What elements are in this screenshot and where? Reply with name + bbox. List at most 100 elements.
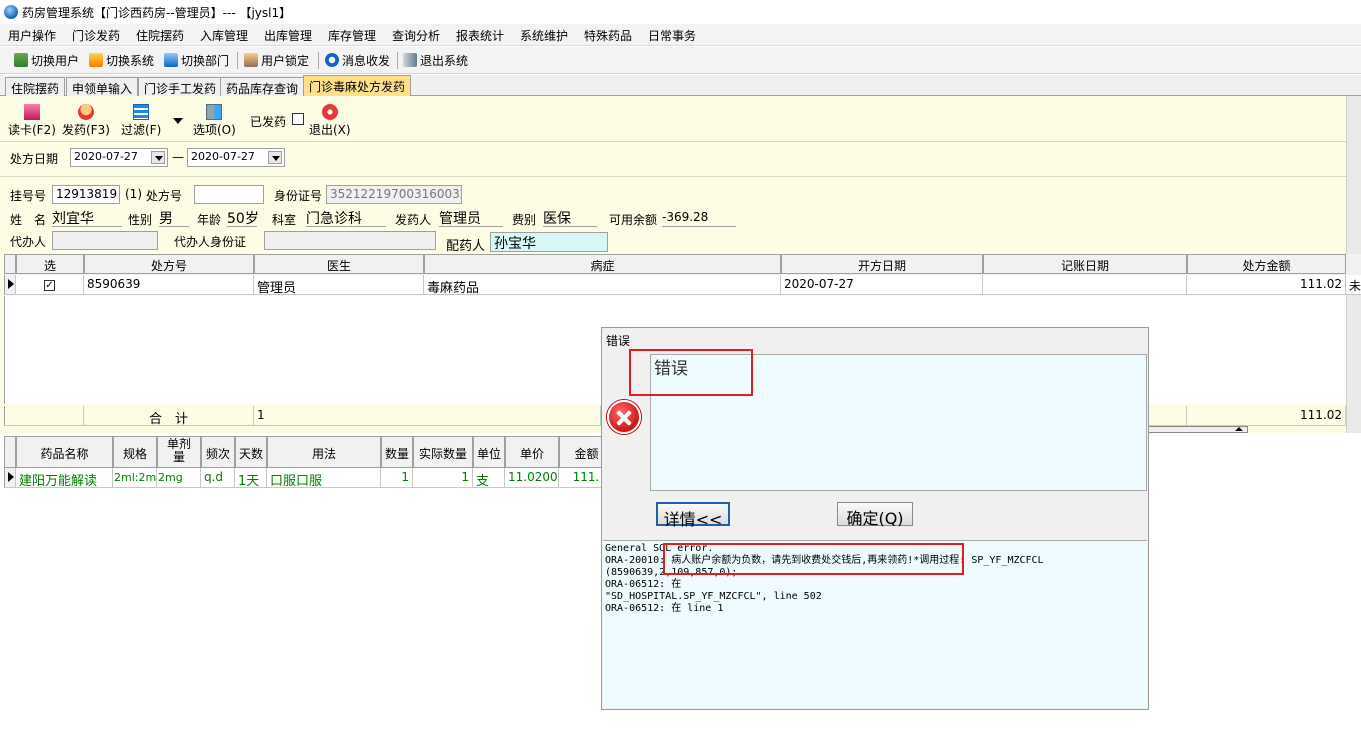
filter-button[interactable]: 过滤(F): [121, 104, 161, 138]
ok-button[interactable]: 确定(Q): [837, 502, 913, 528]
row-checkbox[interactable]: ✓: [44, 280, 55, 291]
menu-inventory[interactable]: 库存管理: [328, 27, 376, 44]
menu-user-ops[interactable]: 用户操作: [8, 27, 56, 44]
patient-age: 50岁: [227, 211, 259, 227]
col-usage[interactable]: 用法: [267, 436, 381, 468]
dept-label: 科室: [272, 213, 297, 227]
diagnosis-cell: 毒麻药品: [424, 275, 781, 295]
col-dose[interactable]: 单剂量: [157, 436, 201, 468]
sex-label: 性别: [128, 213, 153, 227]
agent-label: 代办人: [10, 235, 47, 249]
rx-no-label: 处方号: [146, 189, 183, 203]
tab-manual-dispense[interactable]: 门诊手工发药: [138, 77, 223, 96]
col-unit[interactable]: 单位: [473, 436, 505, 468]
chevron-down-icon[interactable]: [151, 151, 165, 164]
underline: [227, 226, 257, 227]
table-row[interactable]: 建阳万能解读 2ml:2m 2mg q.d 1天 口服口服 1 1 支 11.0…: [4, 468, 614, 489]
patient-name: 刘宜华: [52, 211, 94, 227]
dept-icon: [164, 53, 178, 67]
row-select-cell[interactable]: ✓: [16, 275, 84, 295]
dose-cell: 2mg: [157, 468, 201, 488]
tab-stock-query[interactable]: 药品库存查询: [220, 77, 305, 96]
agent-field[interactable]: [52, 231, 158, 250]
usage-cell: 口服口服: [267, 468, 381, 488]
users-icon: [14, 53, 28, 67]
sum-blank: [1149, 406, 1187, 426]
details-button[interactable]: 详情<<: [656, 502, 730, 529]
drug-name-cell: 建阳万能解读: [16, 468, 113, 488]
switch-system-button[interactable]: 切换系统: [89, 51, 154, 69]
rx-no-field[interactable]: [194, 185, 264, 204]
toolbar: 切换用户 切换系统 切换部门 用户锁定 消息收发 退出系统: [0, 47, 1361, 74]
id-no-field[interactable]: 352122197003160032: [326, 185, 462, 204]
splitter-handle[interactable]: [1148, 426, 1248, 433]
tab-requisition[interactable]: 申领单输入: [66, 77, 139, 96]
unit-cell: 支: [473, 468, 505, 488]
sum-label: 合 计: [84, 406, 254, 426]
error-dialog: 错误 错误 详情<< 确定(Q) General SQL error. ORA-…: [601, 327, 1149, 710]
system-icon: [89, 53, 103, 67]
switch-dept-button[interactable]: 切换部门: [164, 51, 229, 69]
col-doctor[interactable]: 医生: [254, 254, 424, 274]
col-rx-no[interactable]: 处方号: [84, 254, 254, 274]
menu-outpatient-dispense[interactable]: 门诊发药: [72, 27, 120, 44]
col-qty[interactable]: 数量: [381, 436, 413, 468]
menu-bar: 用户操作 门诊发药 住院摆药 入库管理 出库管理 库存管理 查询分析 报表统计 …: [0, 24, 1361, 46]
exit-system-button[interactable]: 退出系统: [403, 51, 468, 69]
lock-user-button[interactable]: 用户锁定: [244, 51, 309, 69]
tab-inpatient-dispense[interactable]: 住院摆药: [5, 77, 66, 96]
row-pointer-icon: [4, 468, 16, 488]
error-icon: [607, 400, 641, 434]
menu-stock-in[interactable]: 入库管理: [200, 27, 248, 44]
menu-system[interactable]: 系统维护: [520, 27, 568, 44]
spec-cell: 2ml:2m: [113, 468, 157, 488]
col-rx-date[interactable]: 开方日期: [781, 254, 983, 274]
read-card-button[interactable]: 读卡(F2): [8, 104, 56, 138]
col-price[interactable]: 单价: [505, 436, 559, 468]
menu-query[interactable]: 查询分析: [392, 27, 440, 44]
rx-amount-cell: 111.02: [1187, 275, 1346, 295]
rx-no-cell: 8590639: [84, 275, 254, 295]
reg-no-field[interactable]: 12913819: [52, 185, 120, 204]
messages-button[interactable]: 消息收发: [325, 51, 390, 69]
toolbar-separator: [397, 52, 398, 69]
menu-reports[interactable]: 报表统计: [456, 27, 504, 44]
balance-value: -369.28: [662, 210, 709, 224]
col-actual-qty[interactable]: 实际数量: [413, 436, 473, 468]
col-diagnosis[interactable]: 病症: [424, 254, 781, 274]
patient-dept: 门急诊科: [306, 211, 362, 227]
col-bill-date[interactable]: 记账日期: [983, 254, 1187, 274]
col-spec[interactable]: 规格: [113, 436, 157, 468]
switch-user-button[interactable]: 切换用户: [14, 51, 79, 69]
chevron-up-icon[interactable]: [1235, 427, 1243, 431]
underline: [543, 226, 597, 227]
patient-sex: 男: [159, 211, 173, 227]
col-select[interactable]: 选: [16, 254, 84, 274]
tab-narcotic-dispense[interactable]: 门诊毒麻处方发药: [303, 75, 412, 96]
pharmacist-label: 配药人: [446, 239, 486, 254]
exit-button[interactable]: 退出(X): [309, 104, 351, 138]
filter-dropdown-icon[interactable]: [173, 118, 183, 124]
age-label: 年龄: [197, 213, 222, 227]
price-cell: 11.0200: [505, 468, 559, 488]
menu-special-drugs[interactable]: 特殊药品: [584, 27, 632, 44]
pharmacist-field[interactable]: 孙宝华: [490, 232, 608, 252]
days-cell: 1天: [235, 468, 267, 488]
dispensed-checkbox[interactable]: [292, 113, 304, 125]
rx-date-to[interactable]: 2020-07-27: [187, 148, 285, 167]
balance-label: 可用余额: [609, 213, 658, 227]
col-drug-name[interactable]: 药品名称: [16, 436, 113, 468]
agent-id-field[interactable]: [264, 231, 436, 250]
pharmacist-icon: [77, 104, 94, 120]
col-days[interactable]: 天数: [235, 436, 267, 468]
options-button[interactable]: 选项(O): [193, 104, 236, 138]
menu-inpatient-dispense[interactable]: 住院摆药: [136, 27, 184, 44]
col-rx-amount[interactable]: 处方金额: [1187, 254, 1346, 274]
menu-daily[interactable]: 日常事务: [648, 27, 696, 44]
menu-stock-out[interactable]: 出库管理: [264, 27, 312, 44]
col-frequency[interactable]: 频次: [201, 436, 235, 468]
chevron-down-icon[interactable]: [268, 151, 282, 164]
rx-date-from[interactable]: 2020-07-27: [70, 148, 168, 167]
table-row[interactable]: ✓ 8590639 管理员 毒麻药品 2020-07-27 111.02 未: [4, 275, 1361, 296]
dispense-button[interactable]: 发药(F3): [62, 104, 110, 138]
